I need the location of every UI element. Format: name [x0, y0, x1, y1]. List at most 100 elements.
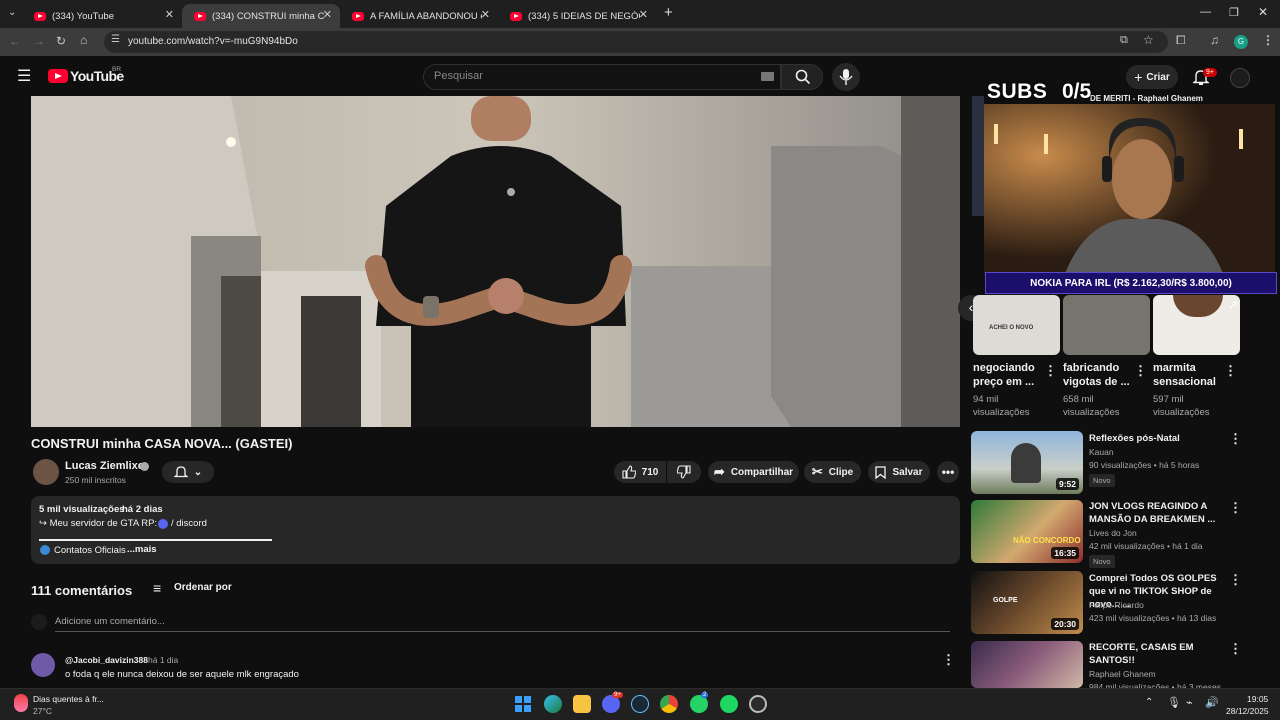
subscribed-bell-button[interactable]: ⌄: [162, 461, 214, 483]
description-box[interactable]: [31, 496, 960, 564]
short-title[interactable]: negociando preço em ...: [973, 361, 1041, 389]
steam-icon[interactable]: [631, 695, 649, 713]
close-tab-icon[interactable]: ✕: [323, 8, 332, 21]
video-thumbnail[interactable]: [971, 641, 1083, 688]
short-thumbnail[interactable]: [1063, 295, 1150, 355]
video-title-link[interactable]: Reflexões pós-Natal: [1089, 432, 1224, 445]
clock-date[interactable]: 28/12/2025: [1226, 706, 1269, 716]
short-menu-icon[interactable]: ⋮: [1044, 363, 1057, 379]
more-actions-button[interactable]: •••: [937, 461, 959, 483]
spotify-icon[interactable]: [720, 695, 738, 713]
share-icon: ➦: [713, 464, 725, 479]
video-menu-icon[interactable]: ⋮: [1229, 431, 1242, 447]
channel-name[interactable]: Lucas Ziemlixo: [65, 460, 144, 472]
short-menu-icon[interactable]: ⋮: [1134, 363, 1147, 379]
tray-chevron-up-icon[interactable]: ⌃: [1145, 697, 1153, 708]
youtube-logo-icon[interactable]: [48, 69, 68, 83]
extensions-icon[interactable]: ⧠: [1176, 33, 1186, 48]
video-title-link[interactable]: JON VLOGS REAGINDO A MANSÃO DA BREAKMEN …: [1089, 500, 1224, 526]
video-meta: 42 mil visualizações • há 1 dia: [1089, 541, 1203, 551]
video-title-link[interactable]: RECORTE, CASAIS EM SANTOS!!: [1089, 641, 1224, 667]
weather-icon[interactable]: [14, 694, 28, 712]
comment-author[interactable]: @Jacobi_davizin388: [65, 655, 148, 665]
short-title[interactable]: marmita sensacional: [1153, 361, 1221, 389]
close-tab-icon[interactable]: ✕: [165, 8, 174, 21]
site-info-icon[interactable]: ☰: [111, 34, 120, 45]
microphone-tray-icon[interactable]: 🎙: [1167, 696, 1181, 709]
video-channel[interactable]: Raphael Ghanem: [1089, 669, 1156, 679]
tab-familia-video[interactable]: A FAMÍLIA ABANDONOU esse ✕: [340, 4, 498, 28]
add-comment-input[interactable]: Adicione um comentário...: [55, 616, 165, 627]
comment-menu-icon[interactable]: ⋮: [942, 652, 955, 668]
file-explorer-icon[interactable]: [573, 695, 591, 713]
tab-current-video[interactable]: (334) CONSTRUI minha CASA N ✕: [182, 4, 340, 28]
sort-button[interactable]: Ordenar por: [174, 582, 232, 593]
discord-icon: [158, 519, 168, 529]
hamburger-menu-icon[interactable]: ☰: [17, 66, 31, 86]
video-channel[interactable]: Lives do Jon: [1089, 528, 1137, 538]
search-button[interactable]: [781, 64, 823, 90]
short-thumbnail[interactable]: [1153, 295, 1240, 355]
edge-icon[interactable]: [544, 695, 562, 713]
share-button[interactable]: ➦ Compartilhar: [708, 461, 799, 483]
tab-youtube-home[interactable]: (334) YouTube ✕: [22, 4, 182, 28]
media-control-icon[interactable]: ♫: [1210, 33, 1219, 47]
show-more-link[interactable]: ...mais: [127, 544, 157, 555]
video-thumbnail[interactable]: GOLPE 20:30: [971, 571, 1083, 634]
tab-search-icon[interactable]: ⌄: [8, 7, 16, 18]
video-channel[interactable]: Felipe Ricardo: [1089, 600, 1144, 610]
video-thumbnail[interactable]: 9:52: [971, 431, 1083, 494]
close-tab-icon[interactable]: ✕: [639, 8, 648, 21]
forward-icon[interactable]: →: [33, 34, 45, 48]
description-line: ↪ Meu servidor de GTA RP:: [39, 518, 158, 529]
short-thumb-text: ACHEI O NOVO: [989, 325, 1034, 331]
thumb-person-image: [1011, 443, 1041, 483]
bell-icon: [173, 466, 188, 478]
install-app-icon[interactable]: ⧉: [1120, 34, 1128, 47]
close-tab-icon[interactable]: ✕: [481, 8, 490, 21]
dislike-button[interactable]: [667, 461, 701, 483]
windows-start-icon[interactable]: [515, 696, 531, 712]
back-icon[interactable]: ←: [9, 34, 21, 48]
bookmark-star-icon[interactable]: ☆: [1143, 33, 1154, 47]
obs-icon[interactable]: [749, 695, 767, 713]
video-menu-icon[interactable]: ⋮: [1229, 572, 1242, 588]
channel-avatar[interactable]: [33, 459, 59, 485]
restore-icon[interactable]: ❐: [1229, 6, 1239, 19]
new-tab-icon[interactable]: +: [664, 4, 673, 21]
save-button[interactable]: Salvar: [868, 461, 930, 483]
short-thumbnail[interactable]: ACHEI O NOVO: [973, 295, 1060, 355]
video-thumbnail[interactable]: NÃO CONCORDO 16:35: [971, 500, 1083, 563]
voice-search-button[interactable]: [832, 63, 860, 91]
chrome-icon[interactable]: [660, 695, 678, 713]
close-window-icon[interactable]: ✕: [1258, 5, 1268, 19]
video-player[interactable]: [31, 96, 960, 427]
short-menu-icon[interactable]: ⋮: [1224, 363, 1237, 379]
keyboard-icon[interactable]: [761, 72, 774, 81]
video-menu-icon[interactable]: ⋮: [1229, 641, 1242, 657]
chevron-down-icon: ⌄: [193, 466, 203, 478]
subscriber-count: 250 mil inscritos: [65, 475, 126, 485]
tab-ideias-video[interactable]: (334) 5 IDEIAS DE NEGÓCIOS P ✕: [498, 4, 656, 28]
weather-title[interactable]: Dias quentes à fr...: [33, 694, 104, 704]
short-title[interactable]: fabricando vigotas de ...: [1063, 361, 1131, 389]
like-button[interactable]: 710: [614, 461, 666, 483]
reload-icon[interactable]: ↻: [56, 34, 66, 48]
discord-link[interactable]: / discord: [171, 518, 207, 529]
minimize-icon[interactable]: —: [1200, 6, 1211, 18]
account-avatar[interactable]: [1230, 68, 1250, 88]
video-channel[interactable]: Kauan: [1089, 447, 1114, 457]
volume-icon[interactable]: 🔊: [1205, 696, 1219, 709]
clip-button[interactable]: ✂ Clipe: [804, 461, 861, 483]
profile-avatar[interactable]: G: [1234, 35, 1248, 49]
sort-icon[interactable]: ≡: [153, 580, 161, 596]
home-icon[interactable]: ⌂: [80, 33, 87, 47]
video-menu-icon[interactable]: ⋮: [1229, 500, 1242, 516]
commenter-avatar[interactable]: [31, 653, 55, 677]
url-text[interactable]: youtube.com/watch?v=-muG9N94bDo: [128, 36, 298, 47]
create-button[interactable]: + Criar: [1126, 65, 1178, 89]
network-icon[interactable]: ⌁: [1186, 696, 1193, 709]
webcam-overlay: [984, 104, 1275, 276]
browser-menu-icon[interactable]: ⋮: [1262, 33, 1274, 47]
clock-time[interactable]: 19:05: [1247, 694, 1268, 704]
